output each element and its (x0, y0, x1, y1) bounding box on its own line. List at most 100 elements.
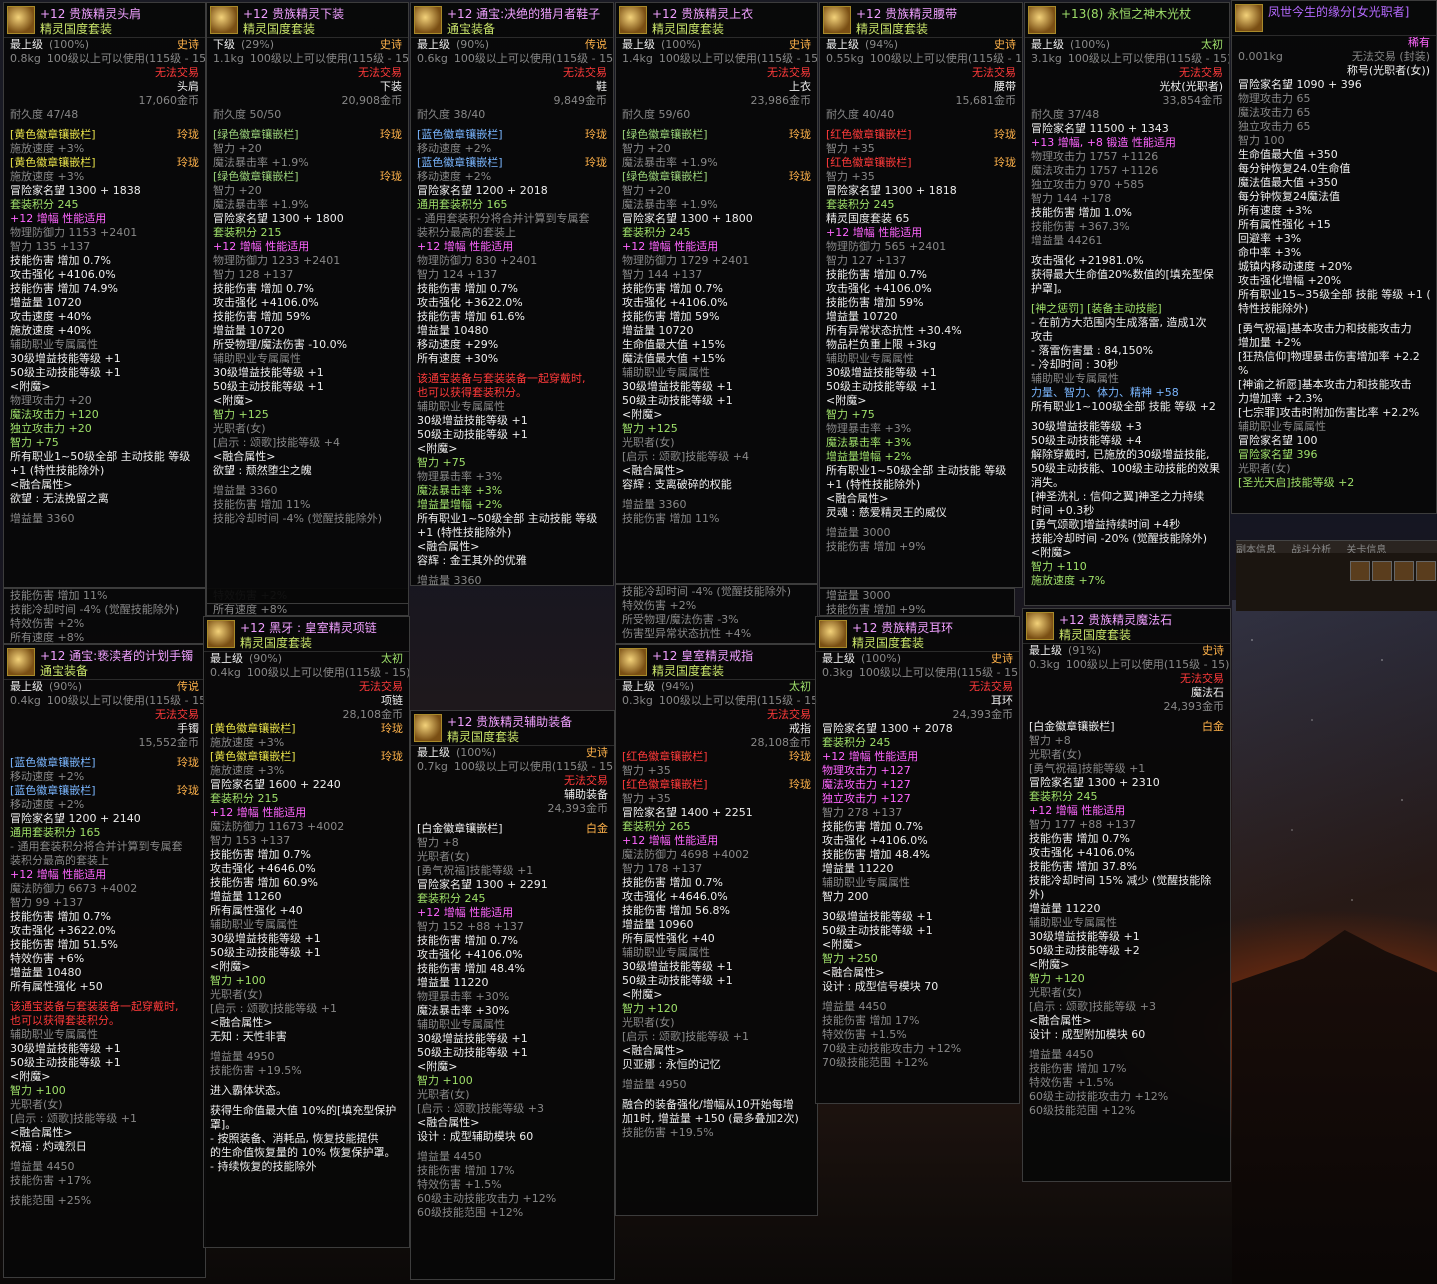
stat-value: 20,908金币 (341, 94, 403, 107)
stat-label: <附魔> (10, 1070, 51, 1083)
stat-row: 独立攻击力 970 +585 (1025, 178, 1229, 192)
stat-row: 时间 +0.3秒 (1025, 504, 1229, 518)
stat-value: 传说 (585, 38, 607, 51)
stat-row: 技能伤害 增加 0.7% (207, 282, 408, 296)
stat-row: 称号(光职者(女)) (1232, 64, 1436, 78)
skill-slot-icon[interactable] (1394, 561, 1414, 581)
stat-row: 0.3kg 100级以上可以使用(115级 - 15) (1023, 658, 1230, 672)
stat-label: 魔法攻击力 65 (1238, 106, 1311, 119)
fragment-line: 伤害型异常状态抗性 +4% (622, 627, 752, 640)
stat-row: +13 增幅, +8 锻造 性能适用 (1025, 136, 1229, 150)
stat-label: 攻击强化 +4106.0% (822, 834, 928, 847)
skill-slot-icon[interactable] (1350, 561, 1370, 581)
stat-row: [启示 : 颂歌]技能等级 +1 (616, 1030, 817, 1044)
stat-label: 设计 : 成型辅助模块 60 (417, 1130, 534, 1143)
stat-row: 技能伤害 增加 0.7% (4, 910, 205, 924)
stat-row: 所有速度 +30% (411, 352, 613, 366)
stat-row: [蓝色徽章镶嵌栏] 玲珑 (4, 756, 205, 770)
hud-tab[interactable]: 关卡信息 (1346, 545, 1386, 553)
stat-row: 套装积分 245 (816, 736, 1019, 750)
stat-row: 物理攻击力 65 (1232, 92, 1436, 106)
stat-row: 最上级 (100%) 史诗 (4, 38, 205, 52)
stat-row: 30级增益技能等级 +1 (616, 380, 817, 394)
stat-row: 最上级 (100%) 史诗 (816, 652, 1019, 666)
stat-row: 无法交易 (411, 66, 613, 80)
tooltip-header: 凤世今生的缘分[女光职者] (1232, 1, 1436, 36)
stat-row: 智力 100 (1232, 134, 1436, 148)
stat-label: 50级主动技能等级 +1 (622, 974, 733, 987)
stat-label: <融合属性> (622, 1044, 685, 1057)
stat-label: 物理暴击率 +30% (417, 990, 510, 1003)
stat-row: 魔法攻击力 65 (1232, 106, 1436, 120)
skill-slot-icon[interactable] (1416, 561, 1436, 581)
stat-row: 移动速度 +2% (411, 170, 613, 184)
stat-row: 最上级 (90%) 传说 (411, 38, 613, 52)
stat-value: 28,108金币 (750, 736, 812, 749)
hud-tab[interactable]: 副本信息 (1236, 545, 1276, 553)
stat-row: 增益量 4450 (1023, 1048, 1230, 1062)
stat-row: 智力 +100 (4, 1084, 205, 1098)
stat-row: <附魔> (411, 1060, 614, 1074)
stat-row: 增益量 4450 (816, 1000, 1019, 1014)
stat-label: 最上级 (94%) (826, 38, 899, 51)
stat-row: [勇气祝福]技能等级 +1 (1023, 762, 1230, 776)
hud-tab[interactable]: 战斗分析 (1291, 545, 1331, 553)
stat-label: 耐久度 50/50 (213, 108, 282, 121)
stat-label: [启示 : 颂歌]技能等级 +3 (1029, 1000, 1156, 1013)
stat-row: 无法交易 (4, 708, 205, 722)
tooltip-pants: +12 贵族精灵下装 精灵国度套装 下级 (29%) 史诗 1.1kg 100级以上可以使用… (206, 2, 409, 604)
stat-label: 施放速度 +3% (10, 142, 85, 155)
stat-row: 技能伤害 增加 59% (207, 310, 408, 324)
stat-label: 30级增益技能等级 +1 (822, 910, 933, 923)
item-icon (210, 6, 238, 34)
stat-row: 0.55kg 100级以上可以使用(115级 - 15) (820, 52, 1022, 66)
stat-row: 物理攻击力 1757 +1126 (1025, 150, 1229, 164)
stat-label: <融合属性> (826, 492, 889, 505)
stat-row: 魔法暴击率 +1.9% (616, 198, 817, 212)
stat-row: [绿色徽章镶嵌栏] 玲珑 (207, 170, 408, 184)
stat-value: 28,108金币 (342, 708, 404, 721)
stat-label: +12 增幅 性能适用 (210, 806, 307, 819)
stat-label: 增益量 4950 (210, 1050, 275, 1063)
stat-label: 解除穿戴时, 已施放的30级增益技能, (1031, 448, 1210, 461)
stat-label: 0.6kg 100级以上可以使用(115级 - 15) (417, 52, 613, 66)
stat-label: 魔法值最大值 +15% (622, 352, 726, 365)
stat-row: 魔法石 (1023, 686, 1230, 700)
stat-row: 无法交易 (411, 774, 614, 788)
stat-label: 攻击强化 +4106.0% (622, 296, 728, 309)
fragment-line: 技能伤害 增加 +9% (826, 603, 926, 616)
stat-row: 智力 +8 (411, 836, 614, 850)
stat-label: 通用套装积分 165 (10, 826, 101, 839)
stat-row: 30级增益技能等级 +1 (820, 366, 1022, 380)
stat-row: 50级主动技能等级 +4 (1025, 434, 1229, 448)
stat-row: 灵魂 : 慈爱精灵王的威仪 (820, 506, 1022, 520)
stat-label: 最上级 (100%) (10, 38, 90, 51)
tooltip-header: +12 皇室精灵戒指 精灵国度套装 (616, 645, 817, 680)
fragment-line: 所受物理/魔法伤害 -3% (622, 613, 739, 626)
stat-row: 进入霸体状态。 (204, 1084, 409, 1098)
stat-label: 技能伤害 增加 0.7% (622, 282, 723, 295)
stat-row: 耐久度 59/60 (616, 108, 817, 122)
stat-row: +1 (特性技能除外) (411, 526, 613, 540)
stat-value: 无法交易 (969, 680, 1013, 693)
stat-value: 稀有 (1408, 36, 1430, 49)
skill-slot-icon[interactable] (1372, 561, 1392, 581)
stat-label: [黄色徽章镶嵌栏] (10, 156, 96, 169)
stat-row: 技能伤害 增加 0.7% (816, 820, 1019, 834)
stat-label: 增益量 44261 (1031, 234, 1103, 247)
stat-row: [神之惩罚] [装备主动技能] (1025, 302, 1229, 316)
stat-value: 戒指 (789, 722, 811, 735)
item-set-name: 精灵国度套装 (856, 22, 929, 36)
stat-label: 力量、智力、体力、精神 +58 (1031, 386, 1179, 399)
stat-row: [启示 : 颂歌]技能等级 +1 (4, 1112, 205, 1126)
stat-row: 设计 : 成型辅助模块 60 (411, 1130, 614, 1144)
stat-label: [红色徽章镶嵌栏] (622, 750, 708, 763)
stat-label: 增加量 +2% (1238, 336, 1302, 349)
stat-label: 物理防御力 1233 +2401 (213, 254, 341, 267)
stat-row: 冒险家名望 1300 + 2078 (816, 722, 1019, 736)
stat-row: 消失。 (1025, 476, 1229, 490)
stat-label: 融合的装备强化/增幅从10开始每增 (622, 1098, 794, 1111)
tooltip-bracelet: +12 通宝:亵渎者的计划手镯 通宝装备 最上级 (90%) 传说 0.4kg 100级以上… (3, 644, 206, 1278)
stat-row: <融合属性> (1023, 1014, 1230, 1028)
stat-label: [绿色徽章镶嵌栏] (622, 170, 708, 183)
